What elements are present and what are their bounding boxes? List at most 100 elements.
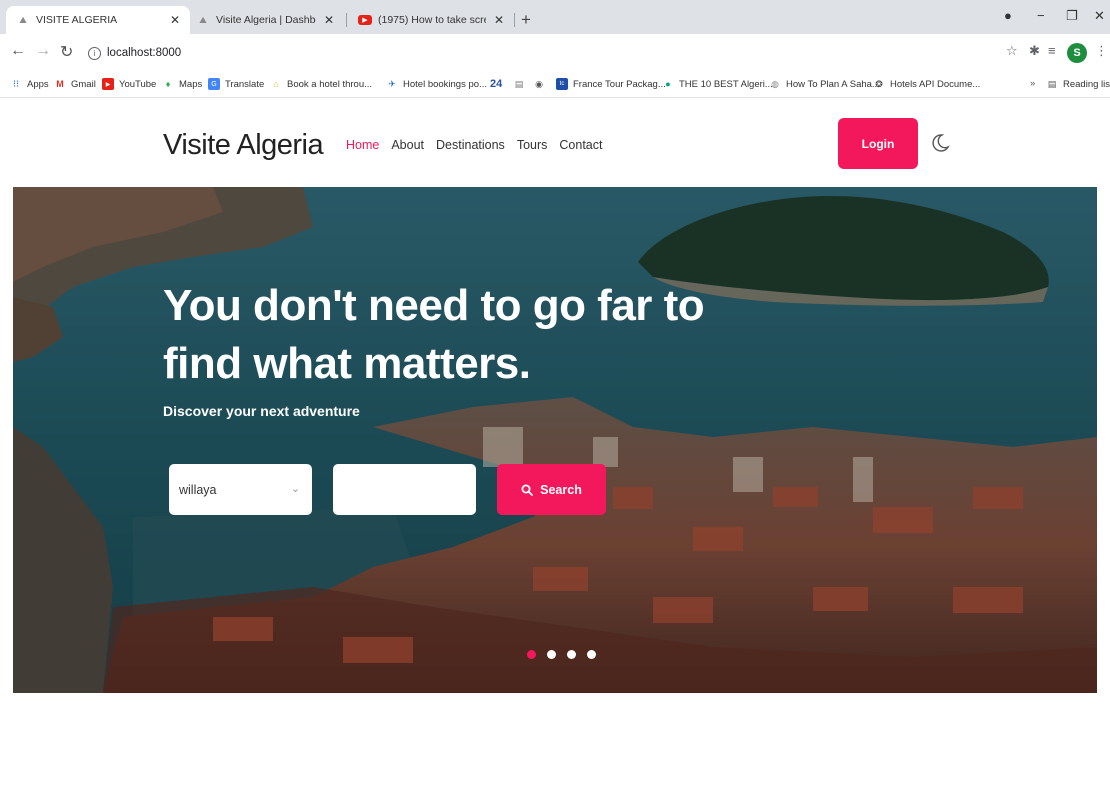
bookmark-book-hotel[interactable]: ⌂ Book a hotel throu... xyxy=(270,78,372,90)
bookmarks-overflow-chevron-icon[interactable]: » xyxy=(1030,78,1035,89)
search-button-label: Search xyxy=(540,482,582,497)
bookmark-label: France Tour Packag... xyxy=(573,78,666,90)
address-bar[interactable]: i localhost:8000 xyxy=(88,41,988,65)
extensions-puzzle-icon[interactable]: ✱ xyxy=(1029,43,1040,59)
nav-about[interactable]: About xyxy=(391,138,424,152)
tab-divider xyxy=(346,13,347,27)
bookmark-france-tour[interactable]: tc France Tour Packag... xyxy=(556,78,666,90)
site-info-icon[interactable]: i xyxy=(88,46,101,60)
document-icon: ▤ xyxy=(514,78,524,89)
search-button[interactable]: Search xyxy=(497,464,606,515)
back-arrow-icon[interactable]: ← xyxy=(10,42,26,60)
bookmark-hotel-bookings[interactable]: ✈ Hotel bookings po... xyxy=(386,78,487,90)
new-tab-plus-icon[interactable]: + xyxy=(521,10,531,30)
youtube-favicon-icon: ▶ xyxy=(358,15,372,25)
browser-tab-strip: ⛰ VISITE ALGERIA ✕ ⛰ Visite Algeria | Da… xyxy=(0,0,1110,34)
tab-title: (1975) How to take screenshot o xyxy=(378,14,486,26)
tab-search-icon[interactable]: ● xyxy=(1004,8,1012,23)
apps-grid-icon: ⁝⁝ xyxy=(12,78,20,90)
tab-close-icon[interactable]: ✕ xyxy=(494,13,504,27)
hero-background-image xyxy=(13,187,1097,693)
maps-pin-icon: ♦ xyxy=(165,79,171,89)
hotels-api-icon: ❂ xyxy=(875,78,883,89)
translate-icon: G xyxy=(208,78,220,90)
tc-icon: tc xyxy=(556,78,568,90)
bookmark-label: 24 xyxy=(490,78,503,90)
bookmark-star-icon[interactable]: ☆ xyxy=(1006,43,1018,59)
carousel-dot-2[interactable] xyxy=(547,650,556,659)
youtube-icon: ▶ xyxy=(102,78,114,90)
bookmark-label: How To Plan A Saha... xyxy=(786,78,880,90)
bookmark-maps[interactable]: ♦ Maps xyxy=(162,78,203,90)
tab-divider xyxy=(514,13,515,27)
bookmark-label: Hotels API Docume... xyxy=(890,78,981,90)
chevron-down-icon: ⌄ xyxy=(290,483,300,495)
gmail-icon: M xyxy=(56,79,64,89)
dark-mode-moon-icon[interactable] xyxy=(930,133,950,153)
plane-icon: ✈ xyxy=(388,78,396,89)
minimize-icon[interactable]: − xyxy=(1037,8,1045,23)
restore-icon[interactable]: ❐ xyxy=(1066,8,1078,24)
site-navbar: Visite Algeria Home About Destinations T… xyxy=(0,99,1110,187)
bookmark-hotels-api[interactable]: ❂ Hotels API Docume... xyxy=(873,78,980,90)
nav-destinations[interactable]: Destinations xyxy=(436,138,505,152)
tab-close-icon[interactable]: ✕ xyxy=(324,13,334,27)
bookmark-tripadvisor[interactable]: ● THE 10 BEST Algeri... xyxy=(662,78,773,90)
site-favicon-icon: ⛰ xyxy=(199,14,207,25)
tab-close-icon[interactable]: ✕ xyxy=(170,13,180,27)
bookmark-label: THE 10 BEST Algeri... xyxy=(679,78,773,90)
bookmark-label: Translate xyxy=(225,78,265,90)
hero-banner: You don't need to go far to find what ma… xyxy=(13,187,1097,693)
close-window-icon[interactable]: ✕ xyxy=(1094,8,1105,24)
bookmark-globe[interactable]: ◉ xyxy=(533,78,550,90)
nav-home[interactable]: Home xyxy=(346,138,379,152)
site-brand-logo[interactable]: Visite Algeria xyxy=(163,129,324,162)
bookmark-label: YouTube xyxy=(119,78,157,90)
nav-contact[interactable]: Contact xyxy=(559,138,602,152)
browser-menu-icon[interactable]: ⋮ xyxy=(1095,43,1108,59)
bookmark-label: Hotel bookings po... xyxy=(403,78,487,90)
bookmark-gmail[interactable]: M Gmail xyxy=(54,78,96,90)
bookmark-label: Book a hotel throu... xyxy=(287,78,373,90)
reading-mode-icon[interactable]: ≡ xyxy=(1048,43,1056,58)
bookmark-translate[interactable]: G Translate xyxy=(208,78,264,90)
bookmark-doc[interactable]: ▤ xyxy=(513,78,530,90)
bookmark-youtube[interactable]: ▶ YouTube xyxy=(102,78,156,90)
main-menu: Home About Destinations Tours Contact xyxy=(346,138,602,152)
willaya-select[interactable]: willaya ⌄ xyxy=(169,464,312,515)
tripadvisor-icon: ● xyxy=(665,79,671,89)
carousel-dot-1[interactable] xyxy=(527,650,536,659)
tab-title: VISITE ALGERIA xyxy=(36,14,118,26)
hero-headline: You don't need to go far to find what ma… xyxy=(163,281,705,388)
browser-tab-youtube[interactable]: ▶ (1975) How to take screenshot o ✕ xyxy=(348,6,514,34)
hotel-icon: ⌂ xyxy=(273,79,279,89)
login-button[interactable]: Login xyxy=(838,118,918,169)
bookmark-label: Maps xyxy=(179,78,203,90)
reload-icon[interactable]: ↻ xyxy=(60,42,73,62)
bookmark-24[interactable]: 24 xyxy=(490,78,502,90)
search-icon xyxy=(521,484,534,496)
bookmark-apps[interactable]: ⁝⁝ Apps xyxy=(10,78,49,90)
bookmark-label: Gmail xyxy=(71,78,96,90)
forward-arrow-icon[interactable]: → xyxy=(35,42,51,60)
browser-tab-visite-algeria[interactable]: ⛰ VISITE ALGERIA ✕ xyxy=(6,6,190,34)
nav-tours[interactable]: Tours xyxy=(517,138,548,152)
bookmark-label: Apps xyxy=(27,78,49,90)
reading-list-button[interactable]: ▤ Reading list xyxy=(1046,78,1110,90)
circle-icon: ◉ xyxy=(535,78,543,89)
reading-list-icon: ▤ xyxy=(1047,78,1057,89)
browser-toolbar: ← → ↻ i localhost:8000 ☆ ✱ ≡ S ⋮ xyxy=(0,34,1110,72)
carousel-dot-4[interactable] xyxy=(587,650,596,659)
address-text: localhost:8000 xyxy=(107,47,182,59)
bookmarks-bar: ⁝⁝ Apps M Gmail ▶ YouTube ♦ Maps G Trans… xyxy=(0,72,1110,98)
bookmark-sahara[interactable]: ◍ How To Plan A Saha... xyxy=(769,78,880,90)
tab-title: Visite Algeria | Dashboard xyxy=(216,14,316,26)
search-text-input[interactable] xyxy=(333,464,476,515)
select-value: willaya xyxy=(179,482,217,497)
browser-tab-dashboard[interactable]: ⛰ Visite Algeria | Dashboard ✕ xyxy=(186,6,344,34)
profile-avatar[interactable]: S xyxy=(1067,43,1087,63)
hero-subheading: Discover your next adventure xyxy=(163,403,360,419)
site-favicon-icon: ⛰ xyxy=(19,14,27,25)
carousel-dots xyxy=(527,650,596,659)
carousel-dot-3[interactable] xyxy=(567,650,576,659)
